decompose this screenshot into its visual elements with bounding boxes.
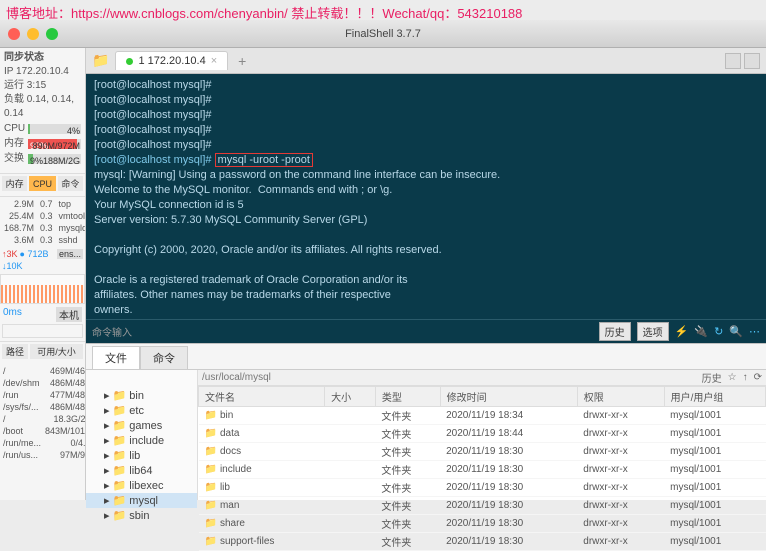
local-btn[interactable]: 本机	[56, 307, 82, 322]
toolbar-btn-2[interactable]	[744, 53, 760, 69]
file-row[interactable]: 📁bin文件夹2020/11/19 18:34drwxr-xr-xmysql/1…	[199, 407, 766, 425]
net-up: ↑3K	[2, 249, 18, 259]
net-interface-btn[interactable]: ens...	[57, 249, 83, 259]
load-label: 负载 0.14, 0.14, 0.14	[4, 93, 81, 121]
traffic-lights	[8, 28, 58, 40]
file-row[interactable]: 📁man文件夹2020/11/19 18:30drwxr-xr-xmysql/1…	[199, 497, 766, 515]
tree-item[interactable]: ▸ 📁lib64	[86, 463, 197, 478]
memory-bar: 内存 92%890M/972M	[4, 137, 81, 151]
more-icon[interactable]: ⋯	[749, 325, 760, 338]
cpu-bar: CPU 4%	[4, 122, 81, 136]
ip-label: IP 172.20.10.4	[4, 65, 81, 79]
options-button[interactable]: 选项	[637, 322, 669, 341]
process-table: 内存CPU命令	[0, 173, 85, 193]
file-manager-panel: 文件 命令 ▸ 📁bin▸ 📁etc▸ 📁games▸ 📁include▸ 📁l…	[86, 343, 766, 500]
terminal-output[interactable]: [root@localhost mysql]#[root@localhost m…	[86, 74, 766, 319]
tree-item[interactable]: ▸ 📁bin	[86, 388, 197, 403]
file-row[interactable]: 📁share文件夹2020/11/19 18:30drwxr-xr-xmysql…	[199, 515, 766, 533]
refresh-icon[interactable]: ⟳	[754, 372, 762, 383]
terminal-input-bar: 命令输入 历史 选项 ⚡ 🔌 ↻ 🔍 ⋯	[86, 319, 766, 343]
bookmark-icon[interactable]: ☆	[728, 372, 737, 383]
new-tab-button[interactable]: +	[234, 53, 250, 69]
tree-item[interactable]: ▸ 📁lib	[86, 448, 197, 463]
close-icon[interactable]	[8, 28, 20, 40]
tree-item[interactable]: ▸ 📁libexec	[86, 478, 197, 493]
tab-files[interactable]: 文件	[92, 346, 140, 369]
window-titlebar: FinalShell 3.7.7	[0, 20, 766, 48]
tab-commands[interactable]: 命令	[140, 346, 188, 369]
plug-icon[interactable]: 🔌	[694, 325, 708, 338]
status-dot-icon	[126, 58, 133, 65]
disk-table: /469M/469M/dev/shm486M/486M/run477M/486M…	[0, 364, 86, 462]
blog-link[interactable]: https://www.cnblogs.com/chenyanbin/	[71, 6, 288, 21]
file-row[interactable]: 📁lib文件夹2020/11/19 18:30drwxr-xr-xmysql/1…	[199, 479, 766, 497]
tree-item[interactable]: ▸ 📁mysql	[86, 493, 197, 508]
tree-item[interactable]: ▸ 📁games	[86, 418, 197, 433]
file-row[interactable]: 📁docs文件夹2020/11/19 18:30drwxr-xr-xmysql/…	[199, 443, 766, 461]
uptime-label: 运行 3:15	[4, 79, 81, 93]
history-label[interactable]: 历史	[702, 370, 722, 385]
file-row[interactable]: 📁support-files文件夹2020/11/19 18:30drwxr-x…	[199, 533, 766, 551]
sync-status-title: 同步状态	[4, 51, 81, 65]
toolbar-btn-1[interactable]	[725, 53, 741, 69]
up-icon[interactable]: ↑	[743, 372, 748, 383]
tree-item[interactable]: ▸ 📁include	[86, 433, 197, 448]
network-graph	[0, 274, 85, 304]
tree-item[interactable]: ▸ 📁sbin	[86, 508, 197, 523]
folder-icon[interactable]: 📁	[92, 52, 109, 69]
refresh-icon[interactable]: ↻	[714, 325, 723, 338]
swap-bar: 交换 9%188M/2G	[4, 152, 81, 166]
folder-tree[interactable]: ▸ 📁bin▸ 📁etc▸ 📁games▸ 📁include▸ 📁lib▸ 📁l…	[86, 370, 198, 500]
ping-graph	[2, 324, 83, 338]
bolt-icon[interactable]: ⚡	[675, 325, 689, 338]
file-list-table[interactable]: 文件名大小类型 修改时间权限用户/用户组 📁bin文件夹2020/11/19 1…	[198, 386, 766, 551]
search-icon[interactable]: 🔍	[729, 325, 743, 338]
system-monitor-sidebar: 同步状态 IP 172.20.10.4 运行 3:15 负载 0.14, 0.1…	[0, 48, 86, 500]
session-tab[interactable]: 1 172.20.10.4 ×	[115, 51, 228, 70]
tab-close-icon[interactable]: ×	[211, 55, 217, 67]
minimize-icon[interactable]	[27, 28, 39, 40]
breadcrumb[interactable]: /usr/local/mysql	[202, 372, 271, 383]
tree-item[interactable]: ▸ 📁etc	[86, 403, 197, 418]
blog-watermark: 博客地址：https://www.cnblogs.com/chenyanbin/…	[6, 3, 522, 22]
file-row[interactable]: 📁data文件夹2020/11/19 18:44drwxr-xr-xmysql/…	[199, 425, 766, 443]
window-title: FinalShell 3.7.7	[345, 28, 421, 40]
session-tabbar: 📁 1 172.20.10.4 × +	[86, 48, 766, 74]
file-row[interactable]: 📁include文件夹2020/11/19 18:30drwxr-xr-xmys…	[199, 461, 766, 479]
maximize-icon[interactable]	[46, 28, 58, 40]
history-button[interactable]: 历史	[599, 322, 631, 341]
